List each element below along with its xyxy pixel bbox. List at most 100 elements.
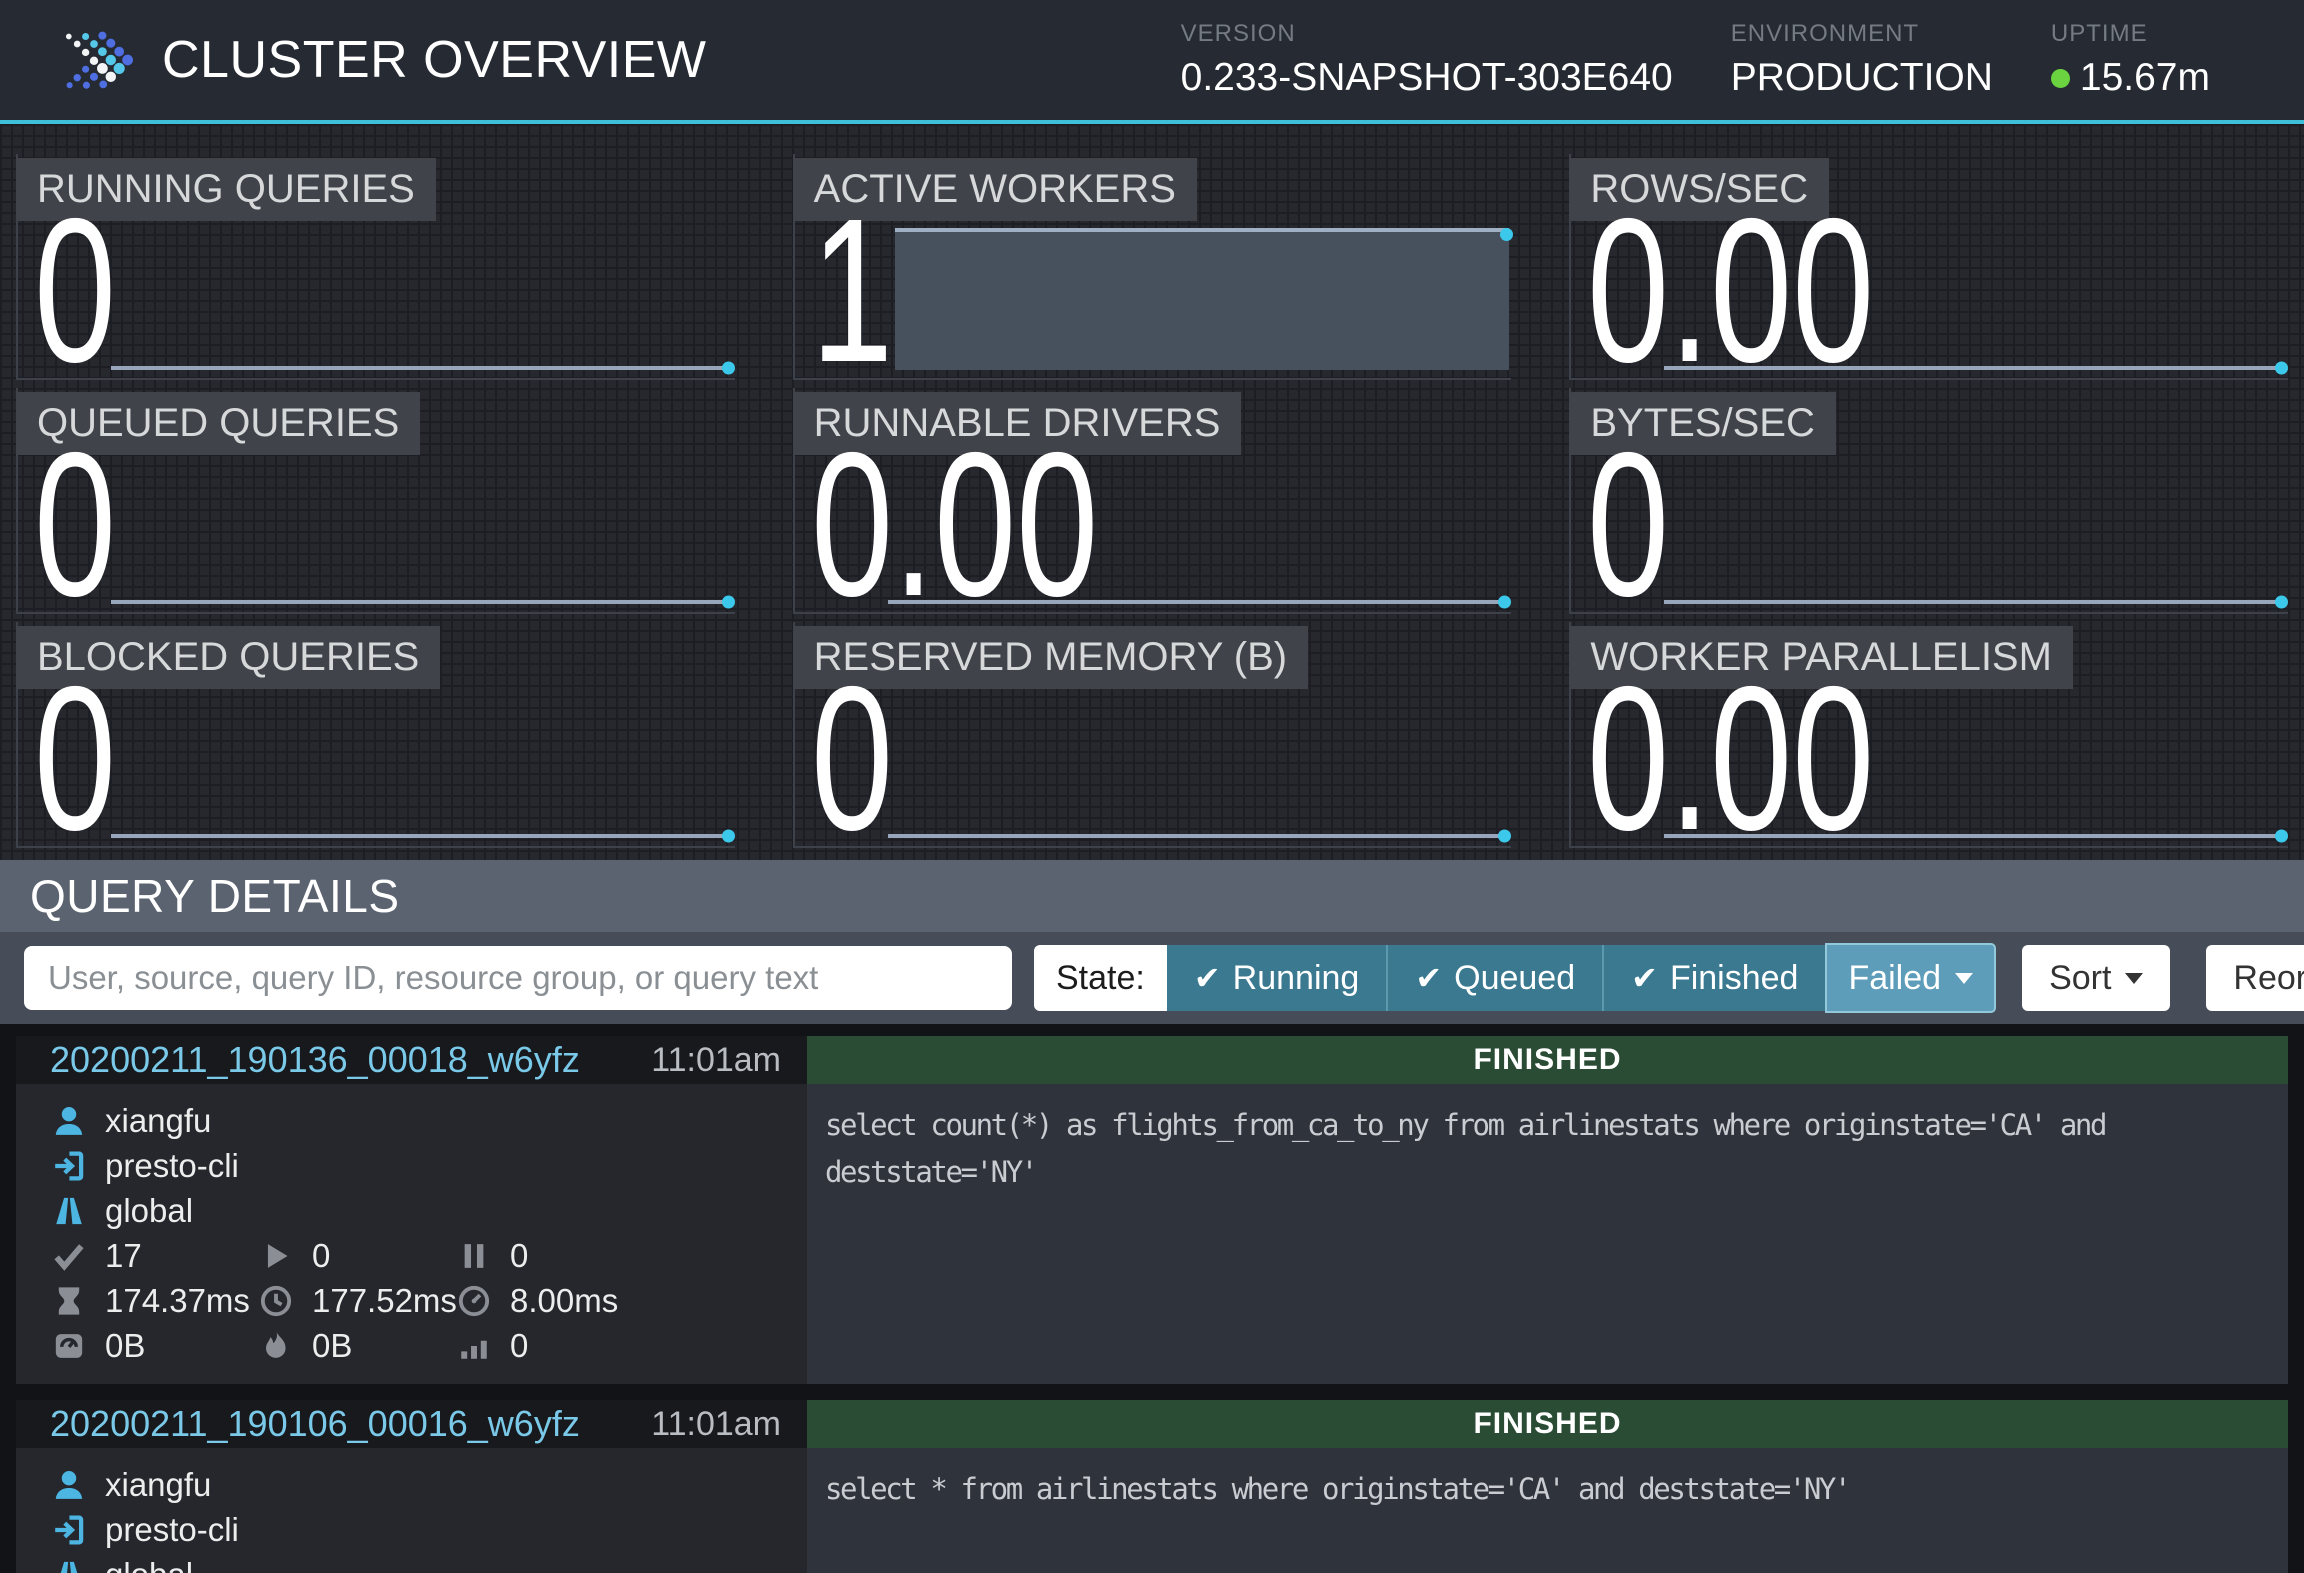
tile-value: 1 xyxy=(811,214,893,368)
wall-time: 174.37ms xyxy=(50,1278,257,1323)
uptime-info: UPTIME 15.67m xyxy=(2051,20,2210,100)
reorder-interval-dropdown[interactable]: Reorder Interval xyxy=(2206,945,2304,1011)
query-row: 20200211_190106_00016_w6yfz 11:01am FINI… xyxy=(16,1400,2288,1573)
version-info: VERSION 0.233-SNAPSHOT-303E640 xyxy=(1181,20,1673,100)
query-sql-text: select count(*) as flights_from_ca_to_ny… xyxy=(807,1084,2288,1384)
chevron-down-icon xyxy=(2125,973,2143,984)
hourglass-icon xyxy=(50,1283,88,1319)
sparkline xyxy=(1664,600,2284,604)
tile-value: 0 xyxy=(811,682,893,836)
sparkline-dot-icon xyxy=(1498,830,1511,843)
tile-running-queries: RUNNING QUERIES 0 xyxy=(16,154,735,380)
sparkline-dot-icon xyxy=(2275,596,2288,609)
query-row-body: xiangfu presto-cli global select * from … xyxy=(16,1448,2288,1573)
query-meta-panel: xiangfu presto-cli global xyxy=(16,1448,807,1573)
environment-value: PRODUCTION xyxy=(1731,56,1993,100)
tile-value: 0 xyxy=(34,448,116,602)
current-memory: 0B xyxy=(50,1323,257,1368)
tile-queued-queries: QUEUED QUERIES 0 xyxy=(16,388,735,614)
cluster-info: VERSION 0.233-SNAPSHOT-303E640 ENVIRONME… xyxy=(1181,20,2210,100)
state-filter-running[interactable]: ✔ Running xyxy=(1167,945,1386,1011)
running-splits: 0 xyxy=(257,1233,455,1278)
status-badge: FINISHED xyxy=(807,1400,2288,1448)
sort-dropdown[interactable]: Sort xyxy=(2022,945,2170,1011)
query-id-link[interactable]: 20200211_190106_00016_w6yfz xyxy=(50,1403,580,1445)
cumulative-memory: 0B xyxy=(257,1323,455,1368)
tile-value: 0 xyxy=(1587,448,1669,602)
sparkline-dot-icon xyxy=(2275,362,2288,375)
uptime-status-icon xyxy=(2051,69,2070,88)
chevron-down-icon xyxy=(1955,973,1973,984)
sparkline xyxy=(111,366,731,370)
query-id-bar: 20200211_190106_00016_w6yfz 11:01am xyxy=(16,1400,807,1448)
query-source: presto-cli xyxy=(50,1143,807,1188)
query-filter-bar: State: ✔ Running ✔ Queued ✔ Finished Fai… xyxy=(0,932,2304,1024)
sparkline xyxy=(1664,834,2284,838)
status-badge: FINISHED xyxy=(807,1036,2288,1084)
state-filter-group: State: ✔ Running ✔ Queued ✔ Finished Fai… xyxy=(1034,945,1996,1011)
tile-runnable-drivers: RUNNABLE DRIVERS 0.00 xyxy=(793,388,1512,614)
environment-info: ENVIRONMENT PRODUCTION xyxy=(1731,20,1993,100)
sparkline xyxy=(888,834,1508,838)
tile-value: 0 xyxy=(34,214,116,368)
state-filter-finished[interactable]: ✔ Finished xyxy=(1602,945,1825,1011)
query-id-link[interactable]: 20200211_190136_00018_w6yfz xyxy=(50,1039,580,1081)
query-details-title: QUERY DETAILS xyxy=(30,869,400,923)
tile-value: 0.00 xyxy=(811,448,1098,602)
query-resource-group: global xyxy=(50,1552,807,1573)
sign-in-icon xyxy=(50,1512,88,1548)
search-input[interactable] xyxy=(24,946,1012,1010)
sparkline-dot-icon xyxy=(1500,228,1513,241)
cluster-stats-grid: RUNNING QUERIES 0 ACTIVE WORKERS 1 ROWS/… xyxy=(0,124,2304,860)
road-icon xyxy=(50,1193,88,1229)
query-row-body: xiangfu presto-cli global 17 xyxy=(16,1084,2288,1384)
query-sql-text: select * from airlinestats where origins… xyxy=(807,1448,2288,1573)
clock-icon xyxy=(257,1283,295,1319)
tile-reserved-memory: RESERVED MEMORY (B) 0 xyxy=(793,622,1512,848)
page-title: CLUSTER OVERVIEW xyxy=(162,30,1181,90)
version-value: 0.233-SNAPSHOT-303E640 xyxy=(1181,56,1673,100)
elapsed-time: 177.52ms xyxy=(257,1278,455,1323)
query-time: 11:01am xyxy=(651,1405,781,1444)
check-icon: ✔ xyxy=(1194,959,1221,997)
tile-rows-sec: ROWS/SEC 0.00 xyxy=(1569,154,2288,380)
tile-worker-parallelism: WORKER PARALLELISM 0.00 xyxy=(1569,622,2288,848)
state-filter-queued[interactable]: ✔ Queued xyxy=(1386,945,1602,1011)
query-user: xiangfu xyxy=(50,1098,807,1143)
gauge-icon xyxy=(455,1283,493,1319)
bar-chart-icon xyxy=(455,1328,493,1364)
tile-value: 0.00 xyxy=(1587,682,1874,836)
sparkline xyxy=(888,600,1508,604)
query-stats-grid: 17 0 0 174.37ms xyxy=(50,1233,807,1368)
query-resource-group: global xyxy=(50,1188,807,1233)
check-icon: ✔ xyxy=(1631,959,1658,997)
query-id-bar: 20200211_190136_00018_w6yfz 11:01am xyxy=(16,1036,807,1084)
user-icon xyxy=(50,1467,88,1503)
sparkline-dot-icon xyxy=(2275,830,2288,843)
user-icon xyxy=(50,1103,88,1139)
presto-logo-icon xyxy=(52,16,136,104)
cpu-time: 8.00ms xyxy=(455,1278,807,1323)
sparkline-dot-icon xyxy=(722,830,735,843)
uptime-label: UPTIME xyxy=(2051,20,2210,48)
road-icon xyxy=(50,1557,88,1573)
tile-blocked-queries: BLOCKED QUERIES 0 xyxy=(16,622,735,848)
play-icon xyxy=(257,1238,295,1274)
state-filter-label: State: xyxy=(1034,945,1167,1011)
uptime-value: 15.67m xyxy=(2080,56,2210,100)
state-filter-failed-dropdown[interactable]: Failed xyxy=(1825,943,1996,1013)
query-user: xiangfu xyxy=(50,1462,807,1507)
query-meta-panel: xiangfu presto-cli global 17 xyxy=(16,1084,807,1384)
tile-value: 0 xyxy=(34,682,116,836)
environment-label: ENVIRONMENT xyxy=(1731,20,1993,48)
check-icon xyxy=(50,1238,88,1274)
sparkline-dot-icon xyxy=(722,596,735,609)
query-row-header: 20200211_190136_00018_w6yfz 11:01am FINI… xyxy=(16,1036,2288,1084)
sparkline xyxy=(111,600,731,604)
tile-active-workers: ACTIVE WORKERS 1 xyxy=(793,154,1512,380)
sparkline-area xyxy=(895,228,1509,370)
scale-icon xyxy=(50,1328,88,1364)
sign-in-icon xyxy=(50,1148,88,1184)
query-row-header: 20200211_190106_00016_w6yfz 11:01am FINI… xyxy=(16,1400,2288,1448)
completed-splits: 17 xyxy=(50,1233,257,1278)
